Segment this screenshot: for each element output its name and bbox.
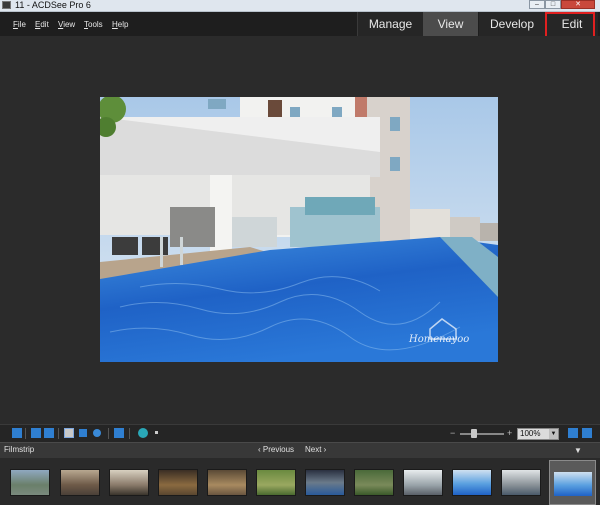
zoom-value: 100% <box>520 429 541 438</box>
menu-file[interactable]: File <box>13 20 26 29</box>
thumbnail[interactable] <box>10 469 50 496</box>
menu-edit[interactable]: Edit <box>35 20 49 29</box>
thumbnail[interactable] <box>354 469 394 496</box>
zoom-out-button[interactable]: − <box>450 428 455 438</box>
thumbnail[interactable] <box>452 469 492 496</box>
zoom-slider[interactable] <box>460 433 504 435</box>
close-button[interactable]: ✕ <box>561 0 595 9</box>
thumbnail-selected[interactable] <box>549 460 596 505</box>
eye-icon[interactable] <box>138 428 148 438</box>
thumbnail[interactable] <box>158 469 198 496</box>
thumbnail-image <box>554 472 592 496</box>
zoom-icon[interactable] <box>93 429 101 437</box>
maximize-button[interactable]: □ <box>545 0 561 9</box>
watermark-text: Homenayoo <box>409 334 470 345</box>
zoom-slider-thumb[interactable] <box>471 429 477 438</box>
thumbnail[interactable] <box>207 469 247 496</box>
menu-bar: File Edit View Tools Help Manage View De… <box>0 12 600 36</box>
image-viewer[interactable]: Homenayoo <box>0 36 600 424</box>
thumbnail[interactable] <box>403 469 443 496</box>
filmstrip-header: Filmstrip ‹ Previous Next › ▼ <box>0 442 600 458</box>
thumbnail[interactable] <box>109 469 149 496</box>
thumbnail[interactable] <box>305 469 345 496</box>
tile-icon[interactable] <box>568 428 578 438</box>
chevron-down-icon: ▼ <box>549 429 558 439</box>
fullscreen-icon[interactable] <box>114 428 124 438</box>
divider <box>129 428 130 439</box>
dropdown-icon[interactable] <box>155 431 158 434</box>
main-photo: Homenayoo <box>100 97 498 362</box>
divider <box>58 428 59 439</box>
thumbnail[interactable] <box>60 469 100 496</box>
window-title: 11 - ACDSee Pro 6 <box>15 0 91 10</box>
divider <box>108 428 109 439</box>
filmstrip <box>0 458 600 505</box>
collapse-icon[interactable]: ▼ <box>574 446 582 455</box>
tab-manage[interactable]: Manage <box>357 12 423 36</box>
zoom-select[interactable]: 100% ▼ <box>517 428 559 440</box>
filmstrip-title: Filmstrip <box>4 445 35 454</box>
divider <box>25 428 26 439</box>
app-icon <box>2 1 11 9</box>
minimize-button[interactable]: – <box>529 0 545 9</box>
zoom-in-button[interactable]: + <box>507 428 512 438</box>
filmstrip-icon[interactable] <box>12 428 22 438</box>
menu-tools[interactable]: Tools <box>84 20 103 29</box>
fit-icon[interactable] <box>31 428 41 438</box>
tab-view[interactable]: View <box>423 12 478 36</box>
rotate-icon[interactable] <box>582 428 592 438</box>
actual-size-icon[interactable] <box>44 428 54 438</box>
select-icon[interactable] <box>79 429 87 437</box>
view-toolbar: − + 100% ▼ <box>0 424 600 442</box>
next-button[interactable]: Next › <box>305 445 326 454</box>
thumbnail[interactable] <box>256 469 296 496</box>
hand-icon[interactable] <box>64 428 74 438</box>
title-bar: 11 - ACDSee Pro 6 – □ ✕ <box>0 0 600 12</box>
previous-button[interactable]: ‹ Previous <box>258 445 294 454</box>
tab-develop[interactable]: Develop <box>479 12 545 36</box>
thumbnail[interactable] <box>501 469 541 496</box>
edit-highlight-box <box>545 12 595 38</box>
menu-help[interactable]: Help <box>112 20 128 29</box>
menu-view[interactable]: View <box>58 20 75 29</box>
